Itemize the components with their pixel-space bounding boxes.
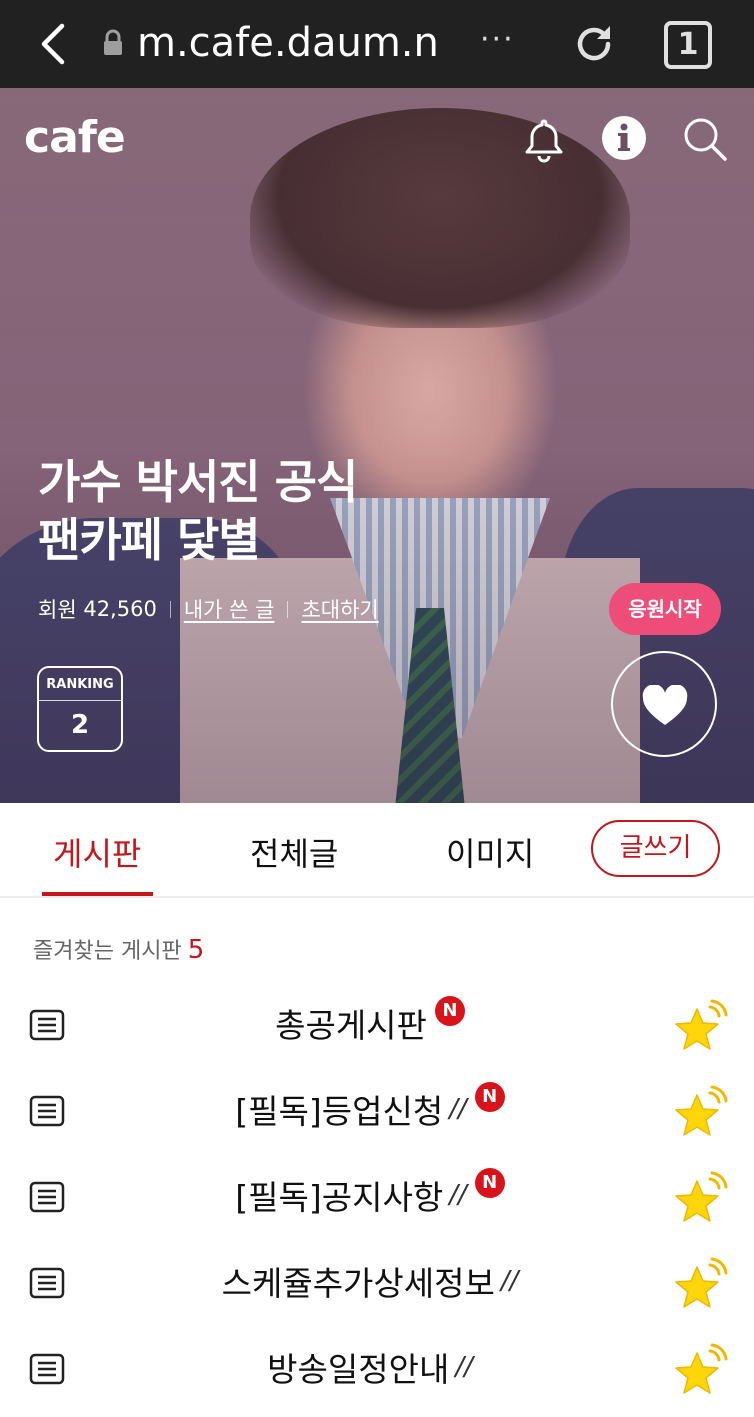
board-name: [필독]등업신청 — [235, 1092, 444, 1131]
new-badge: N — [474, 1082, 505, 1112]
cheer-start-button[interactable]: 응원시작 — [609, 583, 721, 635]
favorite-star-icon[interactable] — [670, 1171, 728, 1227]
new-badge: N — [434, 996, 465, 1026]
board-list-icon — [29, 1353, 65, 1385]
board-list-item[interactable]: 스케쥴추가상세정보// — [0, 1243, 754, 1329]
board-name-wrap: [필독]공지사항//N — [90, 1168, 650, 1219]
back-arrow-icon[interactable] — [34, 20, 74, 68]
cafe-title: 가수 박서진 공식 팬카페 닻별 — [38, 453, 358, 569]
members-count: 42,560 — [83, 597, 157, 621]
cafe-meta: 회원 42,560 내가 쓴 글 초대하기 — [38, 594, 379, 624]
favorite-boards-label: 즐겨찾는 게시판 — [33, 939, 182, 964]
info-icon[interactable] — [601, 115, 647, 161]
reload-icon[interactable] — [570, 20, 618, 68]
favorite-star-icon[interactable] — [670, 999, 728, 1055]
board-list-item[interactable]: 총공게시판 N — [0, 985, 754, 1071]
search-icon[interactable] — [682, 116, 728, 162]
favorite-star-icon[interactable] — [670, 1085, 728, 1141]
ranking-badge[interactable]: RANKING 2 — [37, 666, 123, 752]
cafe-tab-bar: 게시판 전체글 이미지 글쓰기 — [0, 803, 754, 898]
like-button[interactable] — [611, 651, 717, 757]
board-list-icon — [29, 1095, 65, 1127]
new-badge: N — [474, 1168, 505, 1198]
favorite-boards-count: 5 — [187, 935, 205, 965]
write-button[interactable]: 글쓰기 — [591, 820, 720, 877]
tab-count-button[interactable]: 1 — [664, 21, 712, 69]
tab-all-posts[interactable]: 전체글 — [250, 829, 338, 875]
favorite-star-icon[interactable] — [670, 1343, 728, 1399]
lock-icon — [104, 29, 122, 55]
tab-images[interactable]: 이미지 — [446, 829, 534, 875]
invite-link[interactable]: 초대하기 — [301, 594, 378, 624]
slash-marker: // — [500, 1266, 519, 1296]
cafe-title-line-2: 팬카페 닻별 — [38, 513, 261, 567]
board-list-icon — [29, 1009, 65, 1041]
favorite-boards-header: 즐겨찾는 게시판 5 — [33, 933, 204, 965]
url-text[interactable]: m.cafe.daum.n — [137, 17, 457, 69]
my-posts-link[interactable]: 내가 쓴 글 — [184, 594, 275, 624]
ranking-value: 2 — [70, 710, 90, 740]
board-name: 방송일정안내 — [267, 1350, 450, 1389]
board-list-item[interactable]: [필독]등업신청//N — [0, 1071, 754, 1157]
board-list-icon — [29, 1181, 65, 1213]
ranking-label: RANKING — [39, 668, 121, 701]
board-list-icon — [29, 1267, 65, 1299]
tab-board[interactable]: 게시판 — [53, 829, 141, 875]
more-icon[interactable]: ··· — [480, 22, 515, 57]
slash-marker: // — [449, 1180, 467, 1210]
cafe-title-line-1: 가수 박서진 공식 — [38, 455, 358, 509]
board-name-wrap: 총공게시판 N — [90, 996, 650, 1047]
heart-icon — [642, 685, 688, 725]
browser-address-bar: m.cafe.daum.n ··· 1 — [0, 0, 754, 88]
divider — [169, 600, 171, 618]
board-name-wrap: 스케쥴추가상세정보// — [90, 1257, 650, 1305]
bell-icon[interactable] — [522, 116, 566, 164]
slash-marker: // — [455, 1352, 473, 1382]
divider — [287, 600, 289, 618]
slash-marker: // — [449, 1094, 467, 1124]
board-name-wrap: [필독]등업신청//N — [90, 1082, 650, 1133]
board-name: 총공게시판 — [275, 1006, 427, 1045]
cafe-hero-banner: cafe 가수 박서진 공식 팬카페 닻별 회원 42,560 내가 쓴 글 초… — [0, 88, 754, 803]
board-name-wrap: 방송일정안내// — [90, 1343, 650, 1391]
board-list-item[interactable]: 방송일정안내// — [0, 1329, 754, 1415]
active-tab-indicator — [42, 892, 153, 896]
board-name: [필독]공지사항 — [235, 1178, 444, 1217]
board-name: 스케쥴추가상세정보 — [221, 1264, 495, 1303]
members-label: 회원 — [38, 598, 77, 622]
favorite-star-icon[interactable] — [670, 1257, 728, 1313]
cafe-logo[interactable]: cafe — [24, 112, 126, 163]
board-list-item[interactable]: [필독]공지사항//N — [0, 1157, 754, 1243]
